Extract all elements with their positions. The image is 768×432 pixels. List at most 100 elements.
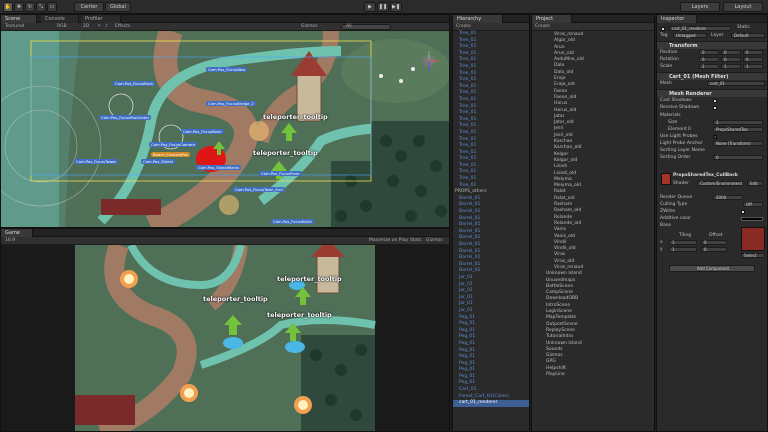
project-item[interactable]: PlayLine (532, 372, 654, 378)
static-toggle[interactable]: Static (737, 25, 764, 31)
hierarchy-row[interactable]: Tree_01 (453, 176, 529, 183)
scale-z-field[interactable]: 1 (743, 64, 763, 69)
camera-label[interactable]: Cam.Pos_FocusTower (74, 159, 119, 164)
additive-color-swatch[interactable] (741, 217, 763, 221)
hierarchy-row[interactable]: Tree_01 (453, 57, 529, 64)
texture-select-button[interactable]: Select (741, 253, 765, 258)
tiling-y-field[interactable]: 1 (669, 247, 697, 252)
element-field[interactable]: PropsSharedTex (713, 127, 763, 132)
hierarchy-row[interactable]: Barrel_01 (453, 222, 529, 229)
game-gizmos-dropdown[interactable]: Gizmos (426, 237, 443, 245)
cast-shadows-checkbox[interactable] (713, 99, 717, 103)
tab-scene[interactable]: Scene (1, 15, 37, 23)
add-component-button[interactable]: Add Component (669, 265, 755, 272)
anchor-field[interactable]: None (Transform) (713, 141, 763, 146)
shading-mode-dropdown[interactable]: Textured (5, 23, 24, 31)
zwrite-checkbox[interactable] (741, 210, 745, 214)
hierarchy-row[interactable]: PROPS_others (453, 189, 529, 196)
scene-view[interactable]: Cam.Pos_FocusNew Cam.Pos_FocusRock Cam.P… (1, 31, 449, 227)
scale-x-field[interactable]: 1 (699, 64, 719, 69)
aspect-dropdown[interactable]: 16:9 (5, 237, 15, 245)
shader-edit-button[interactable]: Edit (747, 181, 763, 186)
hierarchy-row[interactable]: Tree_01 (453, 77, 529, 84)
object-active-checkbox[interactable] (661, 27, 665, 31)
hierarchy-row[interactable]: Peg_01 (453, 341, 529, 348)
play-button[interactable]: ▶ (364, 2, 376, 12)
audio-toggle-icon[interactable]: ♪ (105, 23, 108, 31)
receive-shadows-checkbox[interactable] (713, 106, 717, 110)
camera-label[interactable]: Beach_CameraPos (151, 152, 191, 157)
scale-y-field[interactable]: 1 (721, 64, 741, 69)
camera-label[interactable]: Cam.Pos_FocusBridge_2 (206, 101, 256, 106)
materials-row[interactable]: Materials (660, 113, 764, 119)
base-texture-thumbnail[interactable] (741, 227, 765, 251)
hierarchy-row[interactable]: Jar_01 (453, 275, 529, 282)
space-toggle[interactable]: Global (105, 2, 131, 12)
camera-label[interactable]: Cam.Pos_FocusBuild (271, 219, 314, 224)
offset-x-field[interactable]: 0 (701, 240, 727, 245)
hierarchy-row[interactable]: Barrel_01 (453, 209, 529, 216)
layout-dropdown[interactable]: Layout (723, 2, 763, 12)
hierarchy-row[interactable]: Jar_01 (453, 301, 529, 308)
stats-toggle[interactable]: Stats (410, 237, 422, 245)
layer-dropdown[interactable]: Default (731, 33, 765, 38)
camera-label[interactable]: Cam.Pos_FocusRiver (259, 171, 302, 176)
tab-profiler[interactable]: Profiler (81, 15, 121, 23)
gizmos-dropdown[interactable]: Gizmos (301, 23, 318, 31)
rotation-x-field[interactable]: 0 (699, 57, 719, 62)
rotation-z-field[interactable]: 0 (743, 57, 763, 62)
hierarchy-row[interactable]: Barrel_01 (453, 255, 529, 262)
hierarchy-row[interactable]: Tree_01 (453, 156, 529, 163)
project-create-dropdown[interactable]: Create (535, 23, 550, 31)
scale-tool-button[interactable]: ⤡ (36, 2, 46, 12)
camera-label[interactable]: Cam.Pos_FocusRock (113, 81, 156, 86)
rotation-y-field[interactable]: 0 (721, 57, 741, 62)
move-tool-button[interactable]: ✥ (14, 2, 24, 12)
sorting-order-field[interactable]: 0 (713, 155, 763, 160)
effects-dropdown[interactable]: Effects (115, 23, 130, 31)
hierarchy-row[interactable]: Jar_01 (453, 288, 529, 295)
game-view[interactable]: teleporter_tooltip teleporter_tooltip te… (1, 245, 449, 431)
position-y-field[interactable]: 0 (721, 50, 741, 55)
camera-label[interactable]: Cam.Pos_FocusTown_End (233, 187, 285, 192)
render-queue-field[interactable]: 2000 (713, 195, 743, 200)
mesh-field[interactable]: cart_01 (707, 81, 765, 86)
camera-label[interactable]: Cam.Pos_ShieldMarks (196, 165, 242, 170)
camera-label[interactable]: Cam.Pos_FocusPosCenter (99, 115, 152, 120)
hierarchy-row[interactable]: Tree_01 (453, 110, 529, 117)
camera-label[interactable]: Cam.Pos_FocusNew (206, 67, 248, 72)
tag-dropdown[interactable]: Untagged (673, 33, 707, 38)
position-x-field[interactable]: 0 (699, 50, 719, 55)
object-name-field[interactable]: cart_01_renderer (669, 26, 731, 31)
position-z-field[interactable]: 0 (743, 50, 763, 55)
tab-hierarchy[interactable]: Hierarchy (453, 15, 503, 23)
hierarchy-row[interactable]: Tree_01 (453, 44, 529, 51)
tab-console[interactable]: Console (41, 15, 79, 23)
hierarchy-row[interactable]: Barrel_01 (453, 242, 529, 249)
render-mode-dropdown[interactable]: RGB (57, 23, 67, 31)
rotate-tool-button[interactable]: ↻ (25, 2, 35, 12)
transform-header[interactable]: Transform (657, 41, 767, 49)
tiling-x-field[interactable]: 1 (669, 240, 697, 245)
pause-button[interactable]: ❚❚ (377, 2, 389, 12)
hierarchy-create-dropdown[interactable]: Create (456, 23, 471, 31)
hierarchy-row[interactable]: Peg_01 (453, 367, 529, 374)
camera-label[interactable]: Cam.Pos_FocusCamera (149, 142, 197, 147)
hierarchy-row[interactable]: Tree_01 (453, 97, 529, 104)
hierarchy-row[interactable]: Peg_01 (453, 334, 529, 341)
camera-label[interactable]: Cam.Pos_Shield (141, 159, 175, 164)
light-toggle-icon[interactable]: ☼ (97, 23, 101, 31)
culling-dropdown[interactable]: Off (743, 202, 763, 207)
hierarchy-row[interactable]: Peg_01 (453, 354, 529, 361)
rect-tool-button[interactable]: ▭ (47, 2, 57, 12)
layers-dropdown[interactable]: Layers (680, 2, 720, 12)
scene-search-input[interactable]: All (341, 24, 391, 30)
mesh-renderer-header[interactable]: Mesh Renderer (657, 89, 767, 97)
hierarchy-row[interactable]: Tree_01 (453, 64, 529, 71)
hand-tool-button[interactable]: ✋ (3, 2, 13, 12)
tab-inspector[interactable]: Inspector (657, 15, 697, 23)
hierarchy-row[interactable]: cart_01_renderer (453, 400, 529, 407)
offset-y-field[interactable]: 0 (701, 247, 727, 252)
hierarchy-row[interactable]: Barrel_01 (453, 235, 529, 242)
light-probes-checkbox[interactable] (713, 135, 717, 139)
